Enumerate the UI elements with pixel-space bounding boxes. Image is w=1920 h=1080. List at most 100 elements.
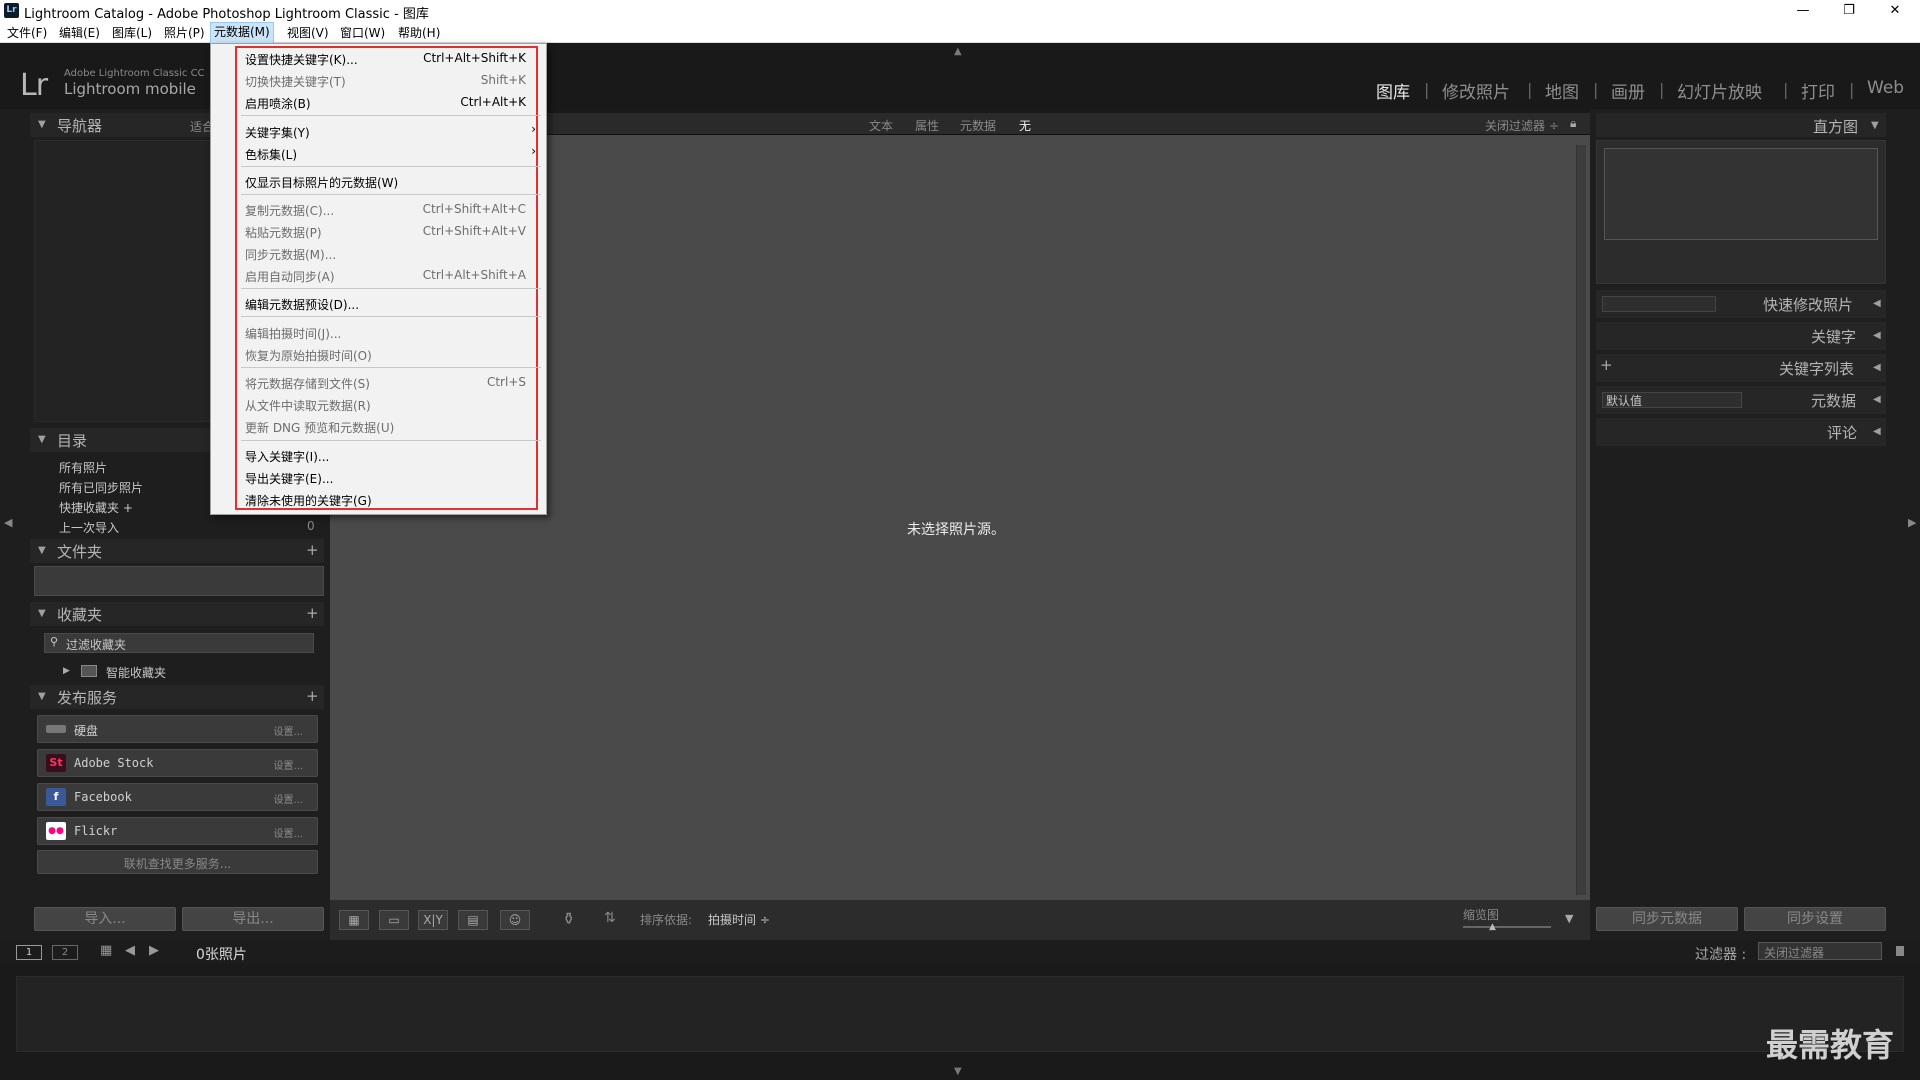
slider-handle[interactable]: ▲ <box>1489 922 1496 932</box>
filter-preset-select[interactable]: 关闭过滤器 ÷ <box>1485 117 1559 134</box>
menu-edit[interactable]: 编辑(E) <box>56 24 103 42</box>
second-screen-button[interactable]: 2 <box>52 945 78 960</box>
export-button[interactable]: 导出... <box>182 907 324 931</box>
expand-triangle-icon[interactable]: ◀ <box>1873 362 1881 373</box>
expand-triangle-icon[interactable]: ▶ <box>63 666 70 676</box>
add-collection-button[interactable]: + <box>306 604 319 622</box>
painter-spray-icon[interactable]: ⚱ <box>562 909 575 928</box>
compare-view-icon[interactable]: X|Y <box>418 910 448 930</box>
import-button[interactable]: 导入... <box>34 907 176 931</box>
collapse-triangle-icon[interactable]: ▼ <box>38 119 46 130</box>
collapse-right-arrow-icon[interactable]: ▶ <box>1908 516 1916 529</box>
filter-tab-attribute[interactable]: 属性 <box>915 117 939 134</box>
catalog-item-quick-collection[interactable]: 快捷收藏夹 + <box>59 499 133 516</box>
grid-scrollbar[interactable] <box>1576 145 1586 895</box>
quick-develop-preset-select[interactable] <box>1602 296 1716 312</box>
publish-setup-link[interactable]: 设置... <box>273 757 303 772</box>
grid-view-icon[interactable]: ▦ <box>339 910 369 930</box>
collapse-top-arrow-icon[interactable]: ▲ <box>954 46 962 57</box>
menu-item-export-keywords[interactable]: 导出关键字(E)... <box>245 470 333 487</box>
thumbnail-size-slider[interactable] <box>1463 926 1551 928</box>
menu-item-edit-metadata-presets[interactable]: 编辑元数据预设(D)... <box>245 296 359 313</box>
restore-button[interactable]: ❐ <box>1826 0 1872 22</box>
menu-metadata[interactable]: 元数据(M) <box>210 22 274 44</box>
menu-item-show-target-metadata[interactable]: 仅显示目标照片的元数据(W) <box>245 174 398 191</box>
menu-item-sync-metadata: 同步元数据(M)... <box>245 248 337 262</box>
expand-triangle-icon[interactable]: ◀ <box>1873 330 1881 341</box>
filmstrip-lock-icon[interactable] <box>1896 946 1904 956</box>
collapse-triangle-icon[interactable]: ▼ <box>38 434 46 445</box>
module-book[interactable]: 画册 <box>1611 78 1645 103</box>
publish-setup-link[interactable]: 设置... <box>273 825 303 840</box>
sort-select[interactable]: 拍摄时间 ÷ <box>708 911 770 928</box>
publish-facebook[interactable]: f Facebook 设置... <box>37 783 318 811</box>
module-map[interactable]: 地图 <box>1545 78 1579 103</box>
hard-drive-icon <box>46 725 66 733</box>
close-button[interactable]: ✕ <box>1872 0 1918 22</box>
back-arrow-icon[interactable]: ◀ <box>125 943 135 958</box>
menu-photo[interactable]: 照片(P) <box>161 24 208 42</box>
loupe-view-icon[interactable]: ▭ <box>379 910 409 930</box>
collapse-triangle-icon[interactable]: ▼ <box>1871 120 1879 131</box>
forward-arrow-icon[interactable]: ▶ <box>149 943 159 958</box>
people-view-icon[interactable]: ☺ <box>500 910 530 930</box>
collapse-triangle-icon[interactable]: ▼ <box>38 608 46 619</box>
menu-item-set-keyword-shortcut[interactable]: 设置快捷关键字(K)... <box>245 51 358 68</box>
thumbnail-size-label: 缩览图 <box>1463 908 1500 922</box>
metadata-title: 元数据 <box>1811 392 1857 410</box>
module-library[interactable]: 图库 <box>1376 78 1410 103</box>
module-separator: | <box>1424 80 1430 99</box>
keywording-title: 关键字 <box>1811 328 1857 346</box>
toolbar-menu-arrow-icon[interactable]: ▼ <box>1565 912 1573 925</box>
survey-view-icon[interactable]: ▤ <box>458 910 488 930</box>
no-source-message: 未选择照片源。 <box>907 522 1005 538</box>
main-screen-button[interactable]: 1 <box>16 945 42 960</box>
menu-item-purge-keywords[interactable]: 清除未使用的关键字(G) <box>245 492 372 509</box>
smart-collections-item[interactable]: 智能收藏夹 <box>106 664 166 681</box>
expand-triangle-icon[interactable]: ◀ <box>1873 394 1881 405</box>
minimize-button[interactable]: — <box>1780 0 1826 22</box>
module-web[interactable]: Web <box>1867 78 1904 98</box>
menu-help[interactable]: 帮助(H) <box>395 24 443 42</box>
expand-triangle-icon[interactable]: ◀ <box>1873 426 1881 437</box>
sync-metadata-button[interactable]: 同步元数据 <box>1596 907 1738 931</box>
sync-settings-button[interactable]: 同步设置 <box>1744 907 1886 931</box>
lightroom-mobile-label[interactable]: Lightroom mobile <box>64 80 196 98</box>
publish-hard-drive[interactable]: 硬盘 设置... <box>37 715 318 743</box>
menu-window[interactable]: 窗口(W) <box>337 24 388 42</box>
lock-icon[interactable]: 🔒︎ <box>1570 116 1576 131</box>
lightroom-app-icon: Lr <box>4 3 19 18</box>
add-keyword-button[interactable]: + <box>1600 356 1613 374</box>
publish-adobe-stock[interactable]: St Adobe Stock 设置... <box>37 749 318 777</box>
sort-direction-icon[interactable]: ⇅ <box>604 910 616 926</box>
add-publish-service-button[interactable]: + <box>306 687 319 705</box>
filter-tab-none[interactable]: 无 <box>1019 117 1031 134</box>
menu-file[interactable]: 文件(F) <box>4 24 50 42</box>
menu-library[interactable]: 图库(L) <box>109 24 155 42</box>
collapse-left-arrow-icon[interactable]: ◀ <box>4 516 12 529</box>
module-develop[interactable]: 修改照片 <box>1442 78 1510 103</box>
find-more-services-button[interactable]: 联机查找更多服务... <box>37 850 318 874</box>
menu-item-import-keywords[interactable]: 导入关键字(I)... <box>245 448 329 465</box>
publish-setup-link[interactable]: 设置... <box>273 791 303 806</box>
filter-tab-text[interactable]: 文本 <box>869 117 893 134</box>
menu-item-enable-painting[interactable]: 启用喷涂(B) <box>245 95 311 112</box>
menu-item-revert-capture-time: 恢复为原始拍摄时间(O) <box>245 349 372 363</box>
catalog-item-previous-import[interactable]: 上一次导入 <box>59 519 119 536</box>
module-slideshow[interactable]: 幻灯片放映 <box>1677 78 1762 103</box>
grid-icon[interactable]: ▦ <box>100 943 112 958</box>
add-folder-button[interactable]: + <box>306 541 319 559</box>
publish-setup-link[interactable]: 设置... <box>273 723 303 738</box>
menu-item-color-label-set[interactable]: 色标集(L) <box>245 146 297 163</box>
expand-triangle-icon[interactable]: ◀ <box>1873 298 1881 309</box>
collapse-bottom-arrow-icon[interactable]: ▼ <box>954 1066 962 1077</box>
collapse-triangle-icon[interactable]: ▼ <box>38 545 46 556</box>
menu-item-keyword-set[interactable]: 关键字集(Y) <box>245 124 310 141</box>
filter-tab-metadata[interactable]: 元数据 <box>960 117 996 134</box>
collapse-triangle-icon[interactable]: ▼ <box>38 691 46 702</box>
menu-view[interactable]: 视图(V) <box>284 24 332 42</box>
module-print[interactable]: 打印 <box>1801 78 1835 103</box>
catalog-item-synced[interactable]: 所有已同步照片 <box>59 479 143 496</box>
catalog-item-all-photos[interactable]: 所有照片 <box>59 459 107 476</box>
publish-flickr[interactable]: ●● Flickr 设置... <box>37 817 318 845</box>
